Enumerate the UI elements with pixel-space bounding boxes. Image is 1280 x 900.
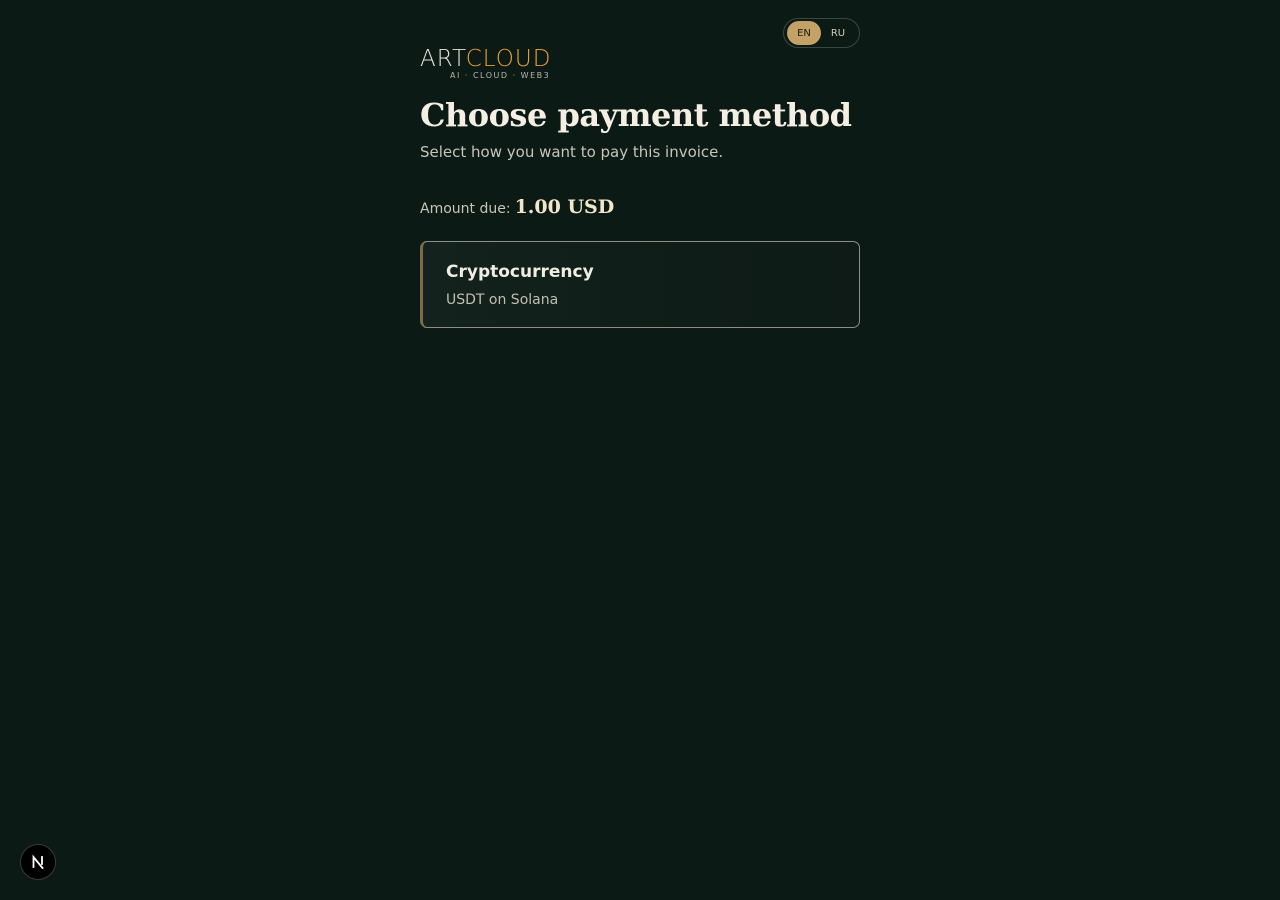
payment-method-subtitle: USDT on Solana [446,292,559,308]
payment-method-crypto[interactable]: Cryptocurrency USDT on Solana [420,241,860,328]
logo-tagline: AI · CLOUD · WEB3 [450,71,551,80]
page-title: Choose payment method [420,96,852,134]
logo-wordmark: ARTCLOUD [420,46,590,72]
payment-page: EN RU ARTCLOUD AI · CLOUD · WEB3 Choose … [0,0,1280,900]
lang-option-en[interactable]: EN [787,21,821,45]
nextjs-dev-indicator[interactable] [20,844,56,880]
language-switcher: EN RU [783,18,860,48]
page-subtitle: Select how you want to pay this invoice. [420,143,724,161]
payment-method-title: Cryptocurrency [446,262,594,282]
amount-due-value: 1.00 USD [514,196,615,218]
artcloud-logo: ARTCLOUD AI · CLOUD · WEB3 [420,46,590,84]
amount-due-label: Amount due: [420,201,511,217]
amount-due: Amount due: 1.00 USD [420,196,614,218]
lang-option-ru[interactable]: RU [821,21,855,45]
logo-word-cloud: CLOUD [465,46,552,72]
nextjs-icon [32,854,44,870]
logo-word-art: ART [420,46,466,72]
